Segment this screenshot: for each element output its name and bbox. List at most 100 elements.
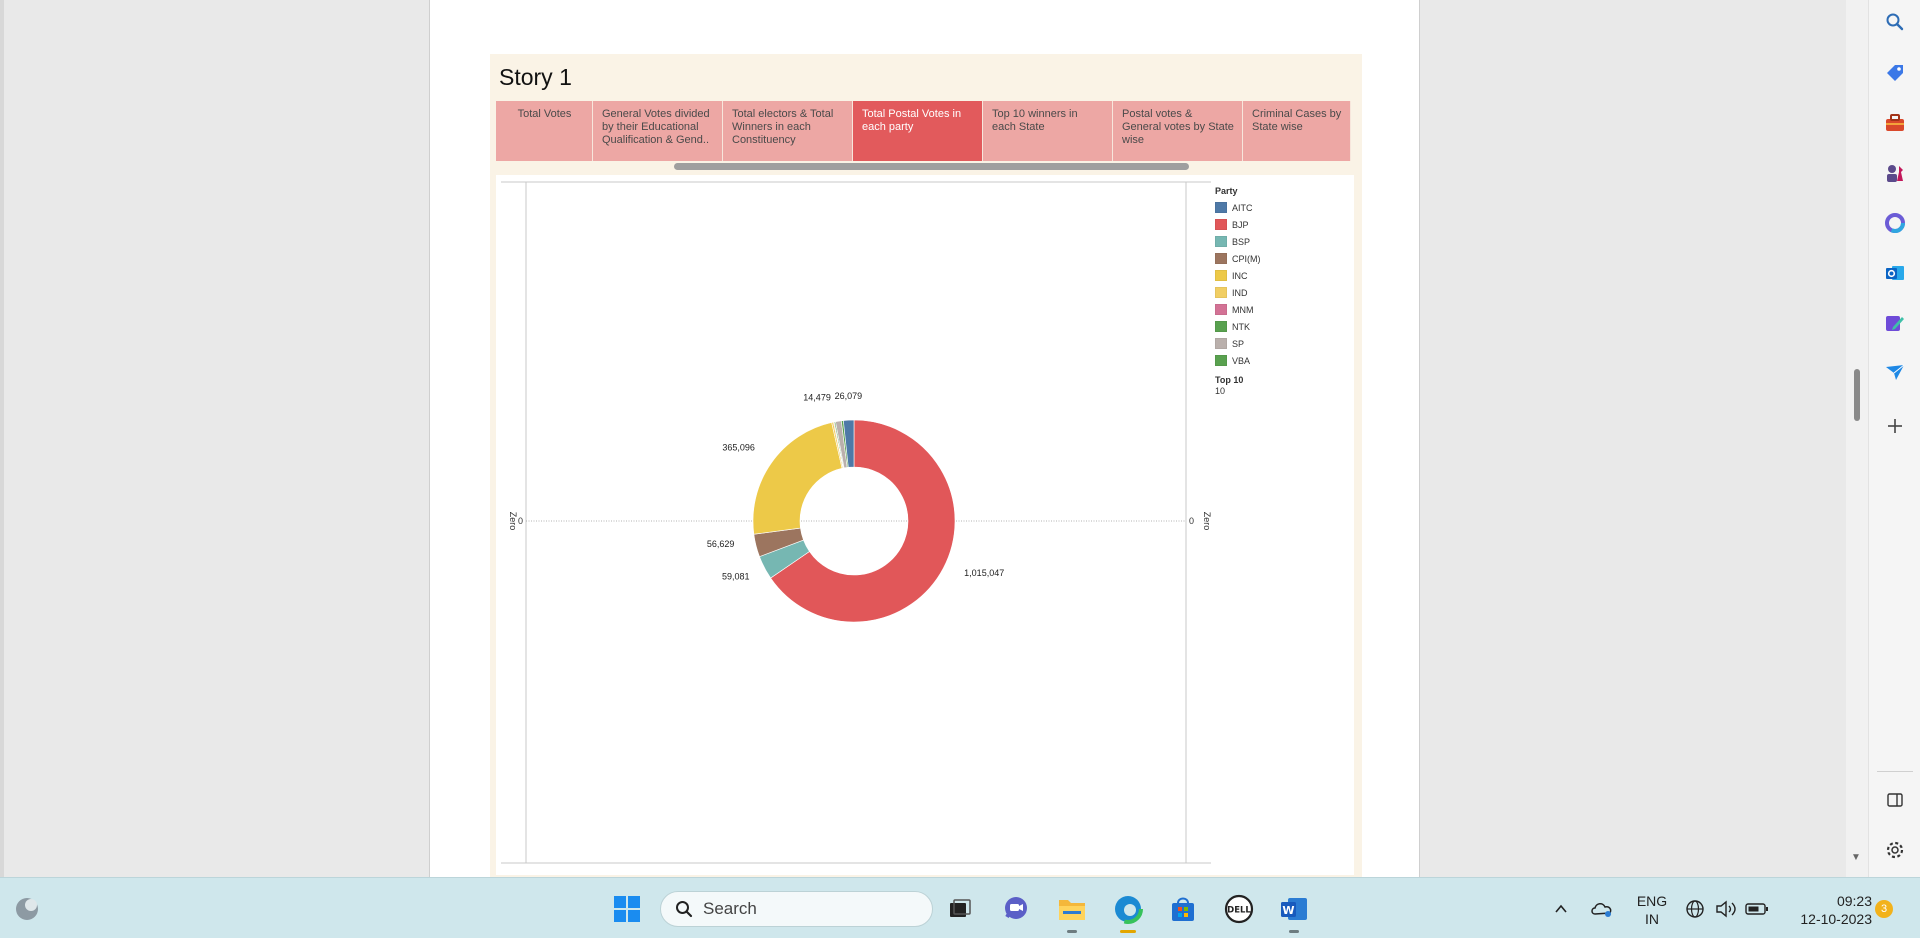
taskbar-search-box[interactable]: Search xyxy=(660,891,933,927)
tableau-story: Story 1 Total Votes General Votes divided… xyxy=(490,54,1362,877)
chevron-up-icon[interactable] xyxy=(1544,892,1578,926)
onedrive-sync-icon[interactable] xyxy=(1585,892,1619,926)
story-tab[interactable]: Postal votes & General votes by State wi… xyxy=(1113,101,1243,161)
volume-icon[interactable] xyxy=(1711,892,1741,926)
legend-label: INC xyxy=(1232,270,1248,281)
task-view-icon[interactable] xyxy=(943,892,977,926)
weather-widget-icon[interactable] xyxy=(10,892,44,926)
legend-label: AITC xyxy=(1232,202,1253,213)
legend-item[interactable]: INC xyxy=(1215,267,1345,284)
scroll-down-arrow-icon[interactable]: ▼ xyxy=(1851,852,1861,863)
outlook-icon[interactable] xyxy=(1883,261,1907,285)
windows-start-icon[interactable] xyxy=(610,892,644,926)
network-globe-icon[interactable] xyxy=(1680,892,1710,926)
chart-panel: 0 0 Zero Zero 1,015,047 59,081 56,629 365,096 14… xyxy=(496,175,1354,875)
data-label: 14,479 xyxy=(803,392,831,402)
sidebar-toggle-icon[interactable] xyxy=(1883,788,1907,812)
teams-chat-icon[interactable] xyxy=(999,892,1033,926)
running-indicator xyxy=(1289,930,1299,933)
legend-swatch xyxy=(1215,202,1227,213)
right-axis-label: Zero xyxy=(1202,512,1212,531)
legend-item[interactable]: CPI(M) xyxy=(1215,250,1345,267)
search-icon xyxy=(676,901,693,918)
legend-swatch xyxy=(1215,253,1227,264)
edge-sidebar xyxy=(1868,0,1920,877)
legend-item[interactable]: VBA xyxy=(1215,352,1345,369)
dell-icon[interactable]: DELL xyxy=(1222,892,1256,926)
legend-item[interactable]: MNM xyxy=(1215,301,1345,318)
left-axis-label: Zero xyxy=(508,512,518,531)
legend-item[interactable]: AITC xyxy=(1215,199,1345,216)
story-tab[interactable]: Total electors & Total Winners in each C… xyxy=(723,101,853,161)
top10-filter-title: Top 10 xyxy=(1215,375,1244,385)
send-icon[interactable] xyxy=(1883,360,1907,384)
language-code: ENG xyxy=(1636,893,1668,909)
data-label: 365,096 xyxy=(722,443,755,453)
data-label: 59,081 xyxy=(722,571,750,581)
legend-label: MNM xyxy=(1232,304,1254,315)
legend-item[interactable]: NTK xyxy=(1215,318,1345,335)
language-indicator[interactable]: ENG IN xyxy=(1632,892,1672,928)
page-scrollbar-thumb[interactable] xyxy=(1854,369,1860,421)
region-code: IN xyxy=(1645,911,1659,927)
legend-label: NTK xyxy=(1232,321,1250,332)
legend-item[interactable]: BJP xyxy=(1215,216,1345,233)
legend: Party AITC BJP BSP CPI(M) INC IND MNM NTK SP VBA … xyxy=(1215,186,1345,396)
add-icon[interactable] xyxy=(1883,414,1907,438)
active-indicator xyxy=(1120,930,1136,933)
legend-swatch xyxy=(1215,321,1227,332)
legend-item[interactable]: SP xyxy=(1215,335,1345,352)
microsoft-365-icon[interactable] xyxy=(1883,211,1907,235)
right-axis-tick: 0 xyxy=(1189,516,1194,526)
legend-label: IND xyxy=(1232,287,1248,298)
legend-swatch xyxy=(1215,270,1227,281)
drawing-tool-icon[interactable] xyxy=(1883,311,1907,335)
story-tab[interactable]: Criminal Cases by State wise xyxy=(1243,101,1351,161)
legend-swatch xyxy=(1215,355,1227,366)
sidebar-divider xyxy=(1877,771,1913,772)
legend-item[interactable]: IND xyxy=(1215,284,1345,301)
running-indicator xyxy=(1067,930,1077,933)
page-vertical-scrollbar[interactable]: ▼ xyxy=(1846,0,1868,877)
document-page: Story 1 Total Votes General Votes divided… xyxy=(429,0,1420,877)
legend-swatch xyxy=(1215,304,1227,315)
donut-slice-inc[interactable] xyxy=(752,422,843,535)
tab-scrollbar-thumb[interactable] xyxy=(674,163,1189,170)
tab-scrollbar[interactable] xyxy=(496,162,1358,170)
top10-filter-value[interactable]: 10 xyxy=(1215,386,1345,396)
legend-label: SP xyxy=(1232,338,1245,349)
svg-text:DELL: DELL xyxy=(1227,906,1251,916)
story-tab[interactable]: General Votes divided by their Education… xyxy=(593,101,723,161)
chess-games-icon[interactable] xyxy=(1883,161,1907,185)
search-icon[interactable] xyxy=(1883,10,1907,34)
story-tab[interactable]: Total Postal Votes in each party xyxy=(853,101,983,161)
notification-badge[interactable]: 3 xyxy=(1875,900,1893,918)
file-explorer-icon[interactable] xyxy=(1055,892,1089,933)
legend-title: Party xyxy=(1215,186,1238,196)
data-label: 1,015,047 xyxy=(964,568,1004,578)
legend-swatch xyxy=(1215,287,1227,298)
battery-icon[interactable] xyxy=(1741,892,1773,926)
story-tab-bar: Total Votes General Votes divided by thei… xyxy=(496,101,1351,161)
windows-taskbar: Search DELL W ENG IN 09:23 12-10-2023 3 xyxy=(0,877,1920,938)
browser-viewport: Story 1 Total Votes General Votes divided… xyxy=(0,0,1846,877)
microsoft-store-icon[interactable] xyxy=(1166,892,1200,926)
left-edge-strip xyxy=(0,0,4,877)
story-tab[interactable]: Total Votes xyxy=(496,101,593,161)
legend-swatch xyxy=(1215,236,1227,247)
gear-icon[interactable] xyxy=(1883,838,1907,862)
legend-label: CPI(M) xyxy=(1232,253,1261,264)
shopping-tag-icon[interactable] xyxy=(1883,61,1907,85)
legend-label: BSP xyxy=(1232,236,1251,247)
toolbox-icon[interactable] xyxy=(1883,111,1907,135)
clock-date: 12-10-2023 xyxy=(1800,911,1872,927)
story-title: Story 1 xyxy=(499,64,572,90)
edge-browser-icon[interactable] xyxy=(1111,892,1145,933)
legend-item[interactable]: BSP xyxy=(1215,233,1345,250)
clock[interactable]: 09:23 12-10-2023 xyxy=(1782,892,1872,928)
search-placeholder: Search xyxy=(703,899,757,918)
legend-label: BJP xyxy=(1232,219,1249,230)
legend-items: AITC BJP BSP CPI(M) INC IND MNM NTK SP VBA xyxy=(1215,199,1345,369)
word-icon[interactable]: W xyxy=(1277,892,1311,933)
story-tab[interactable]: Top 10 winners in each State xyxy=(983,101,1113,161)
